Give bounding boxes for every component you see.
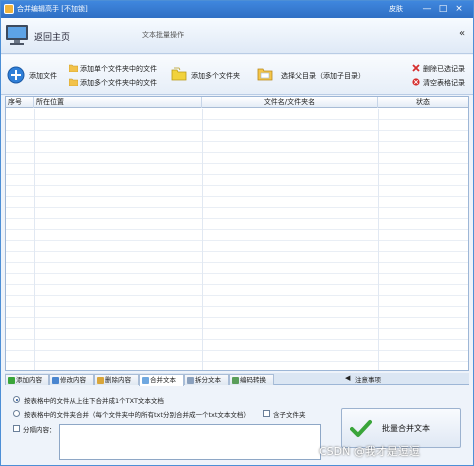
app-window: 合并编辑高手 [不加锁] 皮肤 — □ × 返回主页 文本批量操作 « 添加文件… — [0, 0, 474, 466]
tab-delete-content[interactable]: 删除内容 — [94, 374, 139, 385]
close-button[interactable]: × — [453, 3, 465, 15]
column-divider — [202, 109, 203, 370]
tab-label: 编码转换 — [240, 376, 266, 384]
monitor-icon — [6, 25, 28, 45]
select-parent-dir-label: 选择父目录（添加子目录） — [281, 72, 365, 80]
notes-label: 注意事项 — [355, 376, 381, 384]
edit-icon — [52, 377, 59, 384]
app-icon — [4, 4, 14, 14]
delete-icon — [412, 64, 420, 72]
add-multi-folder-label: 添加多个文件夹中的文件 — [80, 79, 157, 87]
add-single-folder-label: 添加单个文件夹中的文件 — [80, 65, 157, 73]
batch-merge-button[interactable]: 批量合并文本 — [341, 408, 461, 448]
col-index[interactable]: 序号 — [6, 97, 34, 108]
tab-label: 合并文本 — [150, 376, 176, 384]
separator-label: 分隔内容： — [23, 426, 56, 434]
separator-checkbox[interactable] — [13, 425, 20, 432]
delete-selected-label: 删除已选记录 — [423, 65, 465, 73]
table-body — [6, 109, 468, 370]
select-parent-dir-button[interactable]: 选择父目录（添加子目录） — [257, 65, 372, 85]
merge-by-folder-radio[interactable] — [13, 410, 20, 417]
home-button[interactable]: 返回主页 — [5, 22, 85, 50]
plus-icon — [7, 66, 25, 84]
include-subfolders-checkbox[interactable] — [263, 410, 270, 417]
separator-input[interactable] — [59, 424, 321, 460]
encoding-icon — [232, 377, 239, 384]
header: 返回主页 文本批量操作 « — [1, 18, 473, 54]
merge-all-label: 按表格中的文件从上往下合并成1个TXT文本文档 — [24, 397, 164, 405]
folder-open-icon — [257, 68, 273, 81]
home-label: 返回主页 — [34, 33, 71, 43]
column-divider — [378, 109, 379, 370]
add-multiple-folders-button[interactable]: 添加多个文件夹 — [171, 65, 251, 85]
table-header: 序号 所在位置 文件名/文件夹名 状态 — [6, 97, 468, 108]
add-file-button[interactable]: 添加文件 — [7, 65, 67, 85]
clear-table-label: 清空表格记录 — [423, 79, 465, 87]
add-multiple-folders-label: 添加多个文件夹 — [191, 72, 240, 80]
delete-selected-button[interactable]: 删除已选记录 — [412, 63, 470, 73]
speaker-icon: ◀ — [345, 374, 351, 382]
merge-all-radio[interactable] — [13, 396, 20, 403]
clear-table-button[interactable]: 清空表格记录 — [412, 77, 470, 87]
split-icon — [187, 377, 194, 384]
title-bar: 合并编辑高手 [不加锁] 皮肤 — □ × — [1, 1, 473, 18]
toolbar: 添加文件 添加单个文件夹中的文件 添加多个文件夹中的文件 添加多个文件夹 选择父… — [1, 55, 473, 95]
tab-label: 添加内容 — [16, 376, 42, 384]
merge-by-folder-label: 按表格中的文件夹合并（每个文件夹中的所有txt分别合并成一个txt文本文档） — [24, 411, 250, 419]
tab-add-content[interactable]: 添加内容 — [5, 374, 49, 385]
collapse-icon[interactable]: « — [459, 28, 465, 39]
tab-label: 删除内容 — [105, 376, 131, 384]
skin-button[interactable]: 皮肤 — [389, 4, 403, 14]
tab-encoding[interactable]: 编码转换 — [229, 374, 274, 385]
tab-modify-content[interactable]: 修改内容 — [49, 374, 94, 385]
checkmark-icon — [350, 420, 372, 437]
minimize-button[interactable]: — — [421, 3, 433, 15]
notes-link[interactable]: ◀ 注意事项 — [345, 374, 381, 384]
add-multi-folder-files-button[interactable]: 添加多个文件夹中的文件 — [69, 77, 165, 87]
add-file-label: 添加文件 — [29, 72, 57, 80]
maximize-button[interactable]: □ — [437, 3, 449, 15]
page-subtitle: 文本批量操作 — [142, 31, 184, 39]
folder-icon — [69, 64, 78, 72]
add-single-folder-button[interactable]: 添加单个文件夹中的文件 — [69, 63, 165, 73]
column-divider — [34, 109, 35, 370]
col-status[interactable]: 状态 — [378, 97, 468, 108]
merge-icon — [142, 377, 149, 384]
add-icon — [8, 377, 15, 384]
function-tabs: 添加内容 修改内容 删除内容 合并文本 拆分文本 编码转换 ◀ 注意事项 — [5, 373, 469, 386]
col-filename[interactable]: 文件名/文件夹名 — [202, 97, 378, 108]
tab-merge-text[interactable]: 合并文本 — [139, 374, 184, 386]
window-title: 合并编辑高手 [不加锁] — [17, 5, 88, 13]
clear-icon — [412, 78, 420, 86]
folder-stack-icon — [171, 67, 187, 81]
watermark: CSDN @我才是逗逗 — [319, 445, 420, 458]
delete-content-icon — [97, 377, 104, 384]
include-subfolders-label: 含子文件夹 — [273, 411, 306, 419]
col-location[interactable]: 所在位置 — [34, 97, 202, 108]
tab-label: 拆分文本 — [195, 376, 221, 384]
folders-icon — [69, 78, 78, 86]
tab-label: 修改内容 — [60, 376, 86, 384]
tab-split-text[interactable]: 拆分文本 — [184, 374, 229, 385]
file-table[interactable]: 序号 所在位置 文件名/文件夹名 状态 — [5, 96, 469, 371]
batch-merge-label: 批量合并文本 — [382, 424, 430, 433]
